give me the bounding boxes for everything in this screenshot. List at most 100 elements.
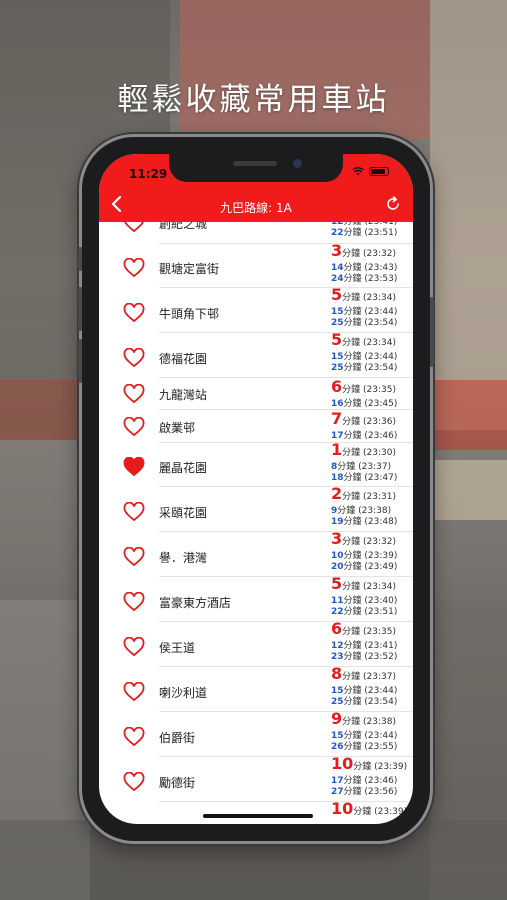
eta-line: 1分鐘 (23:30) bbox=[331, 440, 396, 459]
eta-minutes: 16 bbox=[331, 399, 344, 409]
eta-unit: 分鐘 bbox=[343, 562, 362, 572]
eta-unit: 分鐘 bbox=[342, 249, 361, 259]
eta-unit: 分鐘 bbox=[343, 596, 362, 606]
eta-unit: 分鐘 bbox=[343, 352, 362, 362]
eta-unit: 分鐘 bbox=[343, 731, 362, 741]
eta-unit: 分鐘 bbox=[343, 307, 362, 317]
stop-row[interactable]: 侯王道 6分鐘 (23:35) 12分鐘 (23:41) 23分鐘 (23:52) bbox=[99, 619, 413, 667]
eta-line: 8分鐘 (23:37) bbox=[331, 462, 392, 472]
eta-minutes: 6 bbox=[331, 619, 343, 638]
eta-clock-time: 23:55 bbox=[367, 742, 394, 752]
eta-line: 15分鐘 (23:44) bbox=[331, 686, 398, 696]
heart-icon[interactable] bbox=[123, 591, 145, 612]
stop-row[interactable]: 德福花園 5分鐘 (23:34) 15分鐘 (23:44) 25分鐘 (23:54) bbox=[99, 331, 413, 378]
eta-line: 10分鐘 (23:39) bbox=[331, 799, 408, 818]
eta-line: 7分鐘 (23:36) bbox=[331, 409, 396, 428]
stop-name: 伯爵街 bbox=[159, 730, 196, 745]
eta-list: 3分鐘 (23:32) 10分鐘 (23:39) 20分鐘 (23:49) bbox=[331, 530, 397, 573]
stop-row[interactable]: 牛頭角下邨 5分鐘 (23:34) 15分鐘 (23:44) 25分鐘 (23:54) bbox=[99, 286, 413, 333]
stop-row[interactable]: 采頤花園 2分鐘 (23:31) 9分鐘 (23:38) 19分鐘 (23:48) bbox=[99, 485, 413, 532]
eta-unit: 分鐘 bbox=[343, 431, 362, 441]
eta-line: 23分鐘 (23:52) bbox=[331, 652, 398, 662]
phone-notch bbox=[169, 154, 343, 182]
eta-unit: 分鐘 bbox=[342, 492, 361, 502]
eta-unit: 分鐘 bbox=[343, 686, 362, 696]
eta-line: 20分鐘 (23:49) bbox=[331, 562, 398, 572]
eta-unit: 分鐘 bbox=[343, 399, 362, 409]
heart-icon[interactable] bbox=[123, 347, 145, 368]
stop-row[interactable]: 啟業邨 7分鐘 (23:36) 17分鐘 (23:46) bbox=[99, 410, 413, 443]
eta-unit: 分鐘 bbox=[342, 717, 361, 727]
home-indicator[interactable] bbox=[203, 814, 313, 818]
eta-unit: 分鐘 bbox=[353, 807, 372, 817]
eta-list: 5分鐘 (23:34) 15分鐘 (23:44) 25分鐘 (23:54) bbox=[331, 331, 397, 374]
eta-clock-time: 23:49 bbox=[367, 562, 394, 572]
eta-minutes: 12 bbox=[331, 641, 344, 651]
eta-list: 10分鐘 (23:39) bbox=[331, 800, 407, 821]
eta-minutes: 3 bbox=[331, 241, 343, 260]
stop-name: 侯王道 bbox=[159, 640, 196, 655]
stop-row[interactable]: 喇沙利道 8分鐘 (23:37) 15分鐘 (23:44) 25分鐘 (23:54) bbox=[99, 665, 413, 712]
eta-minutes: 10 bbox=[331, 551, 344, 561]
heart-icon[interactable] bbox=[123, 258, 145, 278]
eta-line: 24分鐘 (23:53) bbox=[331, 274, 398, 284]
eta-clock-time: 23:30 bbox=[366, 448, 393, 458]
eta-unit: 分鐘 bbox=[342, 537, 361, 547]
eta-clock-time: 23:40 bbox=[367, 596, 394, 606]
heart-filled-icon[interactable] bbox=[123, 457, 145, 477]
eta-line: 18分鐘 (23:47) bbox=[331, 473, 398, 483]
eta-unit: 分鐘 bbox=[342, 417, 361, 427]
eta-minutes: 1 bbox=[331, 440, 343, 459]
eta-list: 2分鐘 (23:31) 9分鐘 (23:38) 19分鐘 (23:48) bbox=[331, 485, 397, 528]
eta-clock-time: 23:34 bbox=[366, 582, 393, 592]
heart-icon[interactable] bbox=[123, 681, 145, 702]
eta-minutes: 6 bbox=[331, 377, 343, 396]
stop-name: 啟業邨 bbox=[159, 420, 196, 435]
heart-icon[interactable] bbox=[123, 636, 145, 657]
eta-line: 17分鐘 (23:46) bbox=[331, 776, 398, 786]
eta-minutes: 15 bbox=[331, 307, 344, 317]
stop-row[interactable]: 10分鐘 (23:39) bbox=[99, 800, 413, 824]
eta-line: 11分鐘 (23:40) bbox=[331, 596, 398, 606]
stop-row[interactable]: 九龍灣站 6分鐘 (23:35) 16分鐘 (23:45) bbox=[99, 378, 413, 410]
eta-unit: 分鐘 bbox=[342, 448, 361, 458]
stop-row[interactable]: 觀塘定富街 3分鐘 (23:32) 14分鐘 (23:43) 24分鐘 (23:53) bbox=[99, 241, 413, 288]
stop-row[interactable]: 伯爵街 9分鐘 (23:38) 15分鐘 (23:44) 26分鐘 (23:55) bbox=[99, 710, 413, 757]
stop-row[interactable]: 富豪東方酒店 5分鐘 (23:34) 11分鐘 (23:40) 22分鐘 (23:51… bbox=[99, 575, 413, 622]
eta-unit: 分鐘 bbox=[343, 697, 362, 707]
stop-row[interactable]: 譽．港灣 3分鐘 (23:32) 10分鐘 (23:39) 20分鐘 (23:49) bbox=[99, 530, 413, 577]
eta-clock-time: 23:37 bbox=[366, 672, 393, 682]
heart-icon[interactable] bbox=[123, 501, 145, 522]
heart-icon[interactable] bbox=[123, 416, 145, 437]
promo-headline: 輕鬆收藏常用車站 bbox=[117, 82, 390, 118]
heart-icon[interactable] bbox=[123, 771, 145, 792]
refresh-icon[interactable] bbox=[385, 196, 401, 212]
eta-line: 25分鐘 (23:54) bbox=[331, 697, 398, 707]
stop-list[interactable]: 創紀之城2分鐘 (23:30)12分鐘 (23:41)22分鐘 (23:51)觀… bbox=[99, 214, 413, 824]
eta-line: 15分鐘 (23:44) bbox=[331, 307, 398, 317]
stop-row[interactable]: 勵德街 10分鐘 (23:39) 17分鐘 (23:46) 27分鐘 (23:56) bbox=[99, 755, 413, 802]
eta-clock-time: 23:46 bbox=[367, 776, 394, 786]
eta-clock-time: 23:32 bbox=[366, 537, 393, 547]
stop-name: 牛頭角下邨 bbox=[159, 306, 220, 321]
eta-list: 10分鐘 (23:39) 17分鐘 (23:46) 27分鐘 (23:56) bbox=[331, 755, 407, 798]
eta-clock-time: 23:44 bbox=[367, 731, 394, 741]
eta-unit: 分鐘 bbox=[342, 627, 361, 637]
stop-name: 觀塘定富街 bbox=[159, 262, 220, 276]
heart-icon[interactable] bbox=[123, 302, 145, 323]
eta-minutes: 20 bbox=[331, 562, 344, 572]
stop-name: 譽．港灣 bbox=[159, 550, 208, 565]
eta-line: 6分鐘 (23:35) bbox=[331, 619, 396, 638]
heart-icon[interactable] bbox=[123, 384, 145, 404]
heart-icon[interactable] bbox=[123, 726, 145, 747]
eta-list: 7分鐘 (23:36) 17分鐘 (23:46) bbox=[331, 410, 397, 442]
stop-name: 德福花園 bbox=[159, 351, 208, 366]
eta-clock-time: 23:39 bbox=[377, 807, 404, 817]
eta-unit: 分鐘 bbox=[343, 274, 362, 284]
route-title: 九巴路線: 1A bbox=[220, 201, 292, 215]
eta-minutes: 26 bbox=[331, 742, 344, 752]
eta-minutes: 7 bbox=[331, 409, 343, 428]
stop-row[interactable]: 麗晶花園 1分鐘 (23:30) 8分鐘 (23:37) 18分鐘 (23:47) bbox=[99, 440, 413, 487]
heart-icon[interactable] bbox=[123, 546, 145, 567]
eta-unit: 分鐘 bbox=[343, 742, 362, 752]
